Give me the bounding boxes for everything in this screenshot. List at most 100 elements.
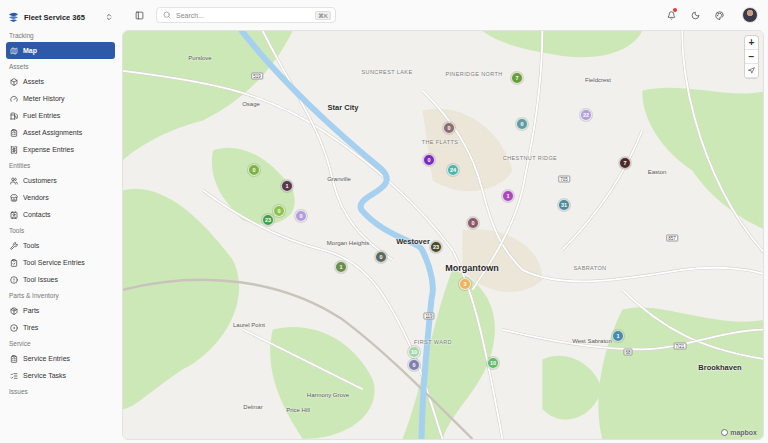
compass-icon bbox=[748, 67, 755, 74]
sidebar-item[interactable]: Fuel Entries bbox=[6, 107, 115, 124]
mapbox-logo-icon bbox=[721, 429, 728, 436]
sidebar-item[interactable]: Customers bbox=[6, 172, 115, 189]
cluster-marker[interactable]: 31 bbox=[558, 199, 570, 211]
section-label: Parts & Inventory bbox=[6, 288, 115, 302]
moon-icon bbox=[691, 11, 700, 20]
sidebar: Fleet Service 365TrackingMapAssetsAssets… bbox=[0, 0, 120, 443]
sidebar-item[interactable]: Service Tasks bbox=[6, 367, 115, 384]
cluster-marker[interactable]: 0 bbox=[295, 210, 307, 222]
sidebar-item[interactable]: Parts bbox=[6, 302, 115, 319]
cluster-marker[interactable]: 10 bbox=[408, 346, 420, 358]
nav-icon bbox=[10, 324, 18, 332]
search-icon bbox=[163, 11, 171, 19]
sidebar-section: EntitiesCustomersVendorsContacts bbox=[6, 158, 115, 223]
cluster-marker[interactable]: 0 bbox=[467, 217, 479, 229]
place-label: Osage bbox=[242, 101, 260, 107]
sidebar-item[interactable]: Tools bbox=[6, 237, 115, 254]
cluster-marker[interactable]: 24 bbox=[447, 164, 459, 176]
road-shield: 7/21 bbox=[674, 343, 687, 350]
cluster-marker[interactable]: 1 bbox=[502, 190, 514, 202]
place-label: PINERIDGE NORTH bbox=[445, 71, 502, 77]
top-bar: Search... ⌘K bbox=[120, 0, 768, 30]
nav-icon bbox=[10, 276, 18, 284]
cluster-marker[interactable]: 1 bbox=[335, 261, 347, 273]
road-shield: 119 bbox=[423, 313, 434, 320]
search-field[interactable]: Search... ⌘K bbox=[156, 7, 336, 23]
cluster-marker[interactable]: 0 bbox=[443, 122, 455, 134]
sidebar-item[interactable]: Assets bbox=[6, 73, 115, 90]
place-label: Morgan Heights bbox=[327, 240, 369, 246]
nav-icon bbox=[10, 259, 18, 267]
sidebar-section: TrackingMap bbox=[6, 28, 115, 59]
sidebar-item[interactable]: Meter History bbox=[6, 90, 115, 107]
sidebar-item[interactable]: Vendors bbox=[6, 189, 115, 206]
sidebar-item[interactable]: Tool Service Entries bbox=[6, 254, 115, 271]
place-label: Brookhaven bbox=[698, 363, 741, 372]
compass-button[interactable] bbox=[745, 64, 758, 78]
place-label: FIRST WARD bbox=[414, 339, 452, 345]
cluster-marker[interactable]: 22 bbox=[580, 109, 592, 121]
sidebar-item[interactable]: Tool Issues bbox=[6, 271, 115, 288]
place-label: Granville bbox=[327, 176, 351, 182]
cluster-marker[interactable]: 0 bbox=[375, 251, 387, 263]
place-label: Easton bbox=[648, 169, 667, 175]
sidebar-item[interactable]: Map bbox=[6, 42, 115, 59]
sidebar-item[interactable]: Expense Entries bbox=[6, 141, 115, 158]
place-label: Star City bbox=[328, 103, 359, 112]
cluster-marker[interactable]: 1 bbox=[281, 180, 293, 192]
cluster-marker[interactable]: 0 bbox=[423, 154, 435, 166]
palette-button[interactable] bbox=[712, 8, 726, 22]
cluster-marker[interactable]: 23 bbox=[430, 241, 442, 253]
theme-button[interactable] bbox=[688, 8, 702, 22]
sidebar-section: ServiceService EntriesService Tasks bbox=[6, 336, 115, 384]
place-label: Morgantown bbox=[445, 263, 499, 273]
org-switcher[interactable]: Fleet Service 365 bbox=[6, 6, 115, 28]
sidebar-item[interactable]: Contacts bbox=[6, 206, 115, 223]
notifications-button[interactable] bbox=[664, 8, 678, 22]
nav-icon bbox=[10, 355, 18, 363]
nav-icon bbox=[10, 177, 18, 185]
cluster-marker[interactable]: 0 bbox=[516, 118, 528, 130]
section-label: Tracking bbox=[6, 28, 115, 42]
cluster-marker[interactable]: 0 bbox=[248, 164, 260, 176]
search-placeholder: Search... bbox=[176, 12, 310, 19]
map-attribution[interactable]: mapbox bbox=[721, 429, 757, 436]
road-shield: 519 bbox=[251, 73, 263, 80]
zoom-button[interactable]: + bbox=[745, 36, 758, 50]
sidebar-item[interactable]: Tires bbox=[6, 319, 115, 336]
nav-icon bbox=[10, 372, 18, 380]
nav-icon bbox=[10, 307, 18, 315]
section-label: Service bbox=[6, 336, 115, 350]
sidebar-section: AssetsAssetsMeter HistoryFuel EntriesAss… bbox=[6, 59, 115, 158]
logo-icon bbox=[8, 12, 19, 23]
sidebar-item[interactable]: Service Entries bbox=[6, 350, 115, 367]
zoom-button[interactable]: − bbox=[745, 50, 758, 64]
nav-icon bbox=[10, 129, 18, 137]
cluster-marker[interactable]: 7 bbox=[511, 72, 523, 84]
section-label: Entities bbox=[6, 158, 115, 172]
cluster-marker[interactable]: 0 bbox=[408, 359, 420, 371]
cluster-marker[interactable]: 0 bbox=[273, 205, 285, 217]
panel-left-icon bbox=[135, 11, 144, 20]
cluster-marker[interactable]: 7 bbox=[619, 157, 631, 169]
nav-icon bbox=[10, 47, 18, 55]
chevrons-icon bbox=[105, 13, 113, 21]
cluster-marker[interactable]: 10 bbox=[487, 357, 499, 369]
sidebar-item[interactable]: Asset Assignments bbox=[6, 124, 115, 141]
user-avatar[interactable] bbox=[742, 7, 758, 23]
nav-icon bbox=[10, 146, 18, 154]
place-label: Harmony Grove bbox=[307, 392, 349, 398]
map[interactable]: PursloveOsageSUNCREST LAKEPINERIDGE NORT… bbox=[122, 30, 764, 440]
section-label: Assets bbox=[6, 59, 115, 73]
shortcut-badge: ⌘K bbox=[315, 11, 331, 20]
cluster-marker[interactable]: 3 bbox=[459, 278, 471, 290]
sidebar-section: ToolsToolsTool Service EntriesTool Issue… bbox=[6, 223, 115, 288]
road-shield: 705 bbox=[558, 176, 570, 183]
sidebar-toggle[interactable] bbox=[132, 8, 146, 22]
unread-dot bbox=[673, 8, 677, 12]
nav-icon bbox=[10, 194, 18, 202]
sidebar-section: Parts & InventoryPartsTires bbox=[6, 288, 115, 336]
nav-icon bbox=[10, 242, 18, 250]
cluster-marker[interactable]: 23 bbox=[262, 214, 274, 226]
cluster-marker[interactable]: 1 bbox=[612, 330, 624, 342]
